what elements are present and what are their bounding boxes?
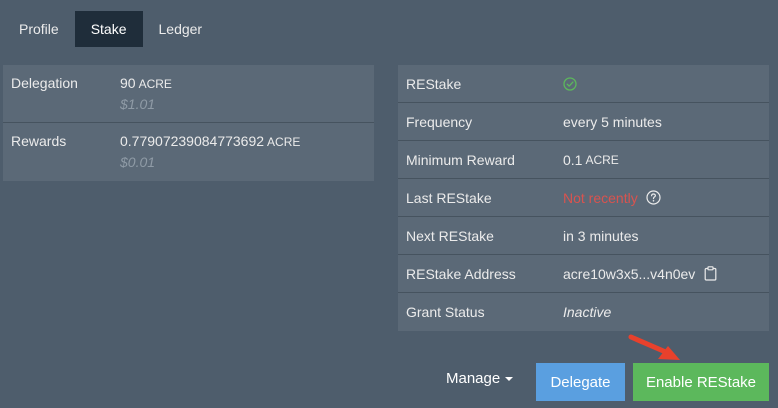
chevron-down-icon	[505, 377, 514, 381]
restake-label: REStake	[406, 75, 462, 92]
minimum-reward-row: Minimum Reward 0.1 ACRE	[398, 141, 769, 179]
grant-status-row: Grant Status Inactive	[398, 293, 769, 331]
delegation-row: Delegation 90 ACRE $1.01	[3, 65, 374, 123]
last-restake-label: Last REStake	[406, 189, 492, 206]
frequency-label: Frequency	[406, 113, 473, 130]
delegate-button-label: Delegate	[550, 373, 611, 391]
last-restake-value: Not recently	[563, 190, 661, 206]
delegation-amount: 90	[120, 75, 136, 91]
grant-status-label: Grant Status	[406, 304, 485, 320]
restake-address-row: REStake Address acre10w3x5...v4n0ev	[398, 255, 769, 293]
restake-row: REStake	[398, 65, 769, 103]
next-restake-value: in 3 minutes	[563, 227, 639, 244]
rewards-value: 0.77907239084773692 ACRE $0.01	[120, 133, 300, 181]
restake-address-text: acre10w3x5...v4n0ev	[563, 265, 696, 282]
minimum-reward-amount: 0.1	[563, 151, 583, 168]
check-circle-icon	[563, 76, 577, 91]
tab-bar: Profile Stake Ledger	[3, 11, 218, 47]
tab-stake[interactable]: Stake	[74, 11, 143, 47]
rewards-label: Rewards	[11, 133, 67, 149]
enable-restake-button[interactable]: Enable REStake	[633, 363, 769, 401]
minimum-reward-unit: ACRE	[585, 152, 619, 167]
last-restake-row: Last REStake Not recently	[398, 179, 769, 217]
frequency-value: every 5 minutes	[563, 113, 662, 130]
grant-status-value: Inactive	[563, 304, 612, 320]
delegate-button[interactable]: Delegate	[536, 363, 625, 401]
tab-ledger[interactable]: Ledger	[143, 11, 219, 47]
last-restake-status: Not recently	[563, 189, 638, 206]
restake-address-value: acre10w3x5...v4n0ev	[563, 266, 717, 282]
delegation-value: 90 ACRE $1.01	[120, 75, 172, 122]
annotation-arrow-icon	[628, 334, 680, 360]
delegation-unit: ACRE	[138, 77, 172, 91]
minimum-reward-label: Minimum Reward	[406, 151, 515, 168]
restake-value	[563, 76, 577, 91]
delegation-fiat: $1.01	[120, 96, 156, 112]
rewards-fiat: $0.01	[120, 154, 156, 170]
enable-restake-button-label: Enable REStake	[645, 373, 757, 391]
restake-panel: REStake Frequency every 5 minutes Minimu…	[398, 65, 769, 331]
frequency-row: Frequency every 5 minutes	[398, 103, 769, 141]
rewards-row: Rewards 0.77907239084773692 ACRE $0.01	[3, 123, 374, 181]
next-restake-label: Next REStake	[406, 227, 494, 244]
delegation-label: Delegation	[11, 75, 78, 91]
restake-address-label: REStake Address	[406, 265, 516, 282]
manage-dropdown[interactable]: Manage	[446, 370, 514, 387]
clipboard-icon[interactable]	[704, 266, 717, 281]
next-restake-row: Next REStake in 3 minutes	[398, 217, 769, 255]
rewards-unit: ACRE	[267, 135, 301, 149]
question-circle-icon[interactable]	[646, 190, 661, 205]
delegation-panel: Delegation 90 ACRE $1.01 Rewards 0.779072…	[3, 65, 374, 181]
minimum-reward-value: 0.1 ACRE	[563, 152, 619, 168]
rewards-amount: 0.77907239084773692	[120, 133, 265, 149]
tab-profile[interactable]: Profile	[3, 11, 75, 47]
manage-label: Manage	[446, 370, 501, 387]
